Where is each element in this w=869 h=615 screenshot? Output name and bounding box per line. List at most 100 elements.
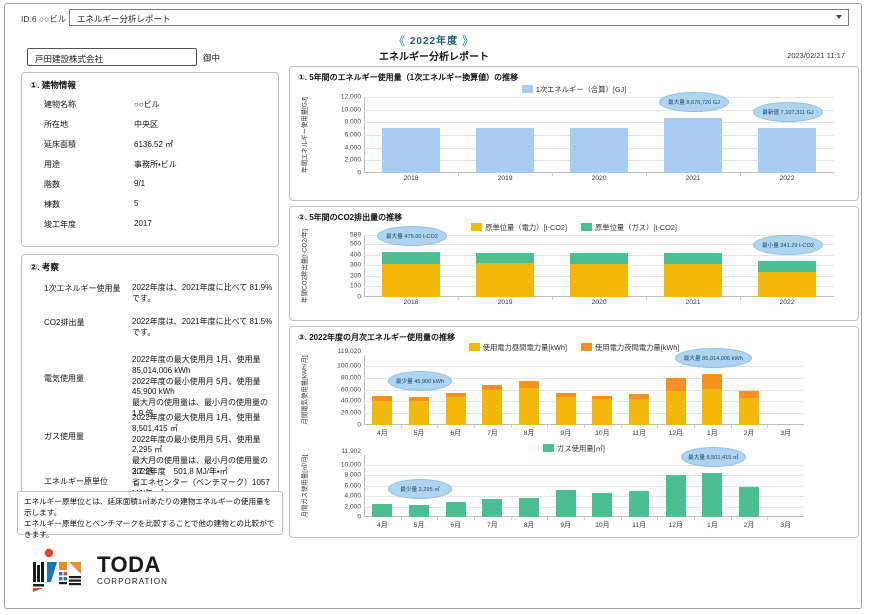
- legend-label: 使用電力昼間電力量[kWh]: [483, 343, 567, 352]
- report-type-select[interactable]: エネルギー分析レポート: [69, 9, 849, 26]
- legend-label: 原単位量（電力）[t-CO2]: [485, 223, 567, 232]
- x-axis-tick-label: 6月: [450, 519, 461, 529]
- building-info-label: 延床面積: [44, 139, 76, 150]
- y-axis-tick-label: 8,000: [344, 119, 361, 126]
- comment-label: 電気使用量: [44, 373, 84, 384]
- bar-segment: [482, 390, 502, 425]
- legend-label: 使用電力夜間電力量[kWh]: [595, 343, 679, 352]
- legend-swatch-icon: [581, 223, 592, 231]
- bar-segment: [409, 401, 429, 425]
- x-axis-tick-label: 2021: [685, 175, 700, 182]
- y-axis-tick-label: 4,000: [344, 493, 361, 500]
- x-axis-tick-label: 1月: [707, 427, 718, 437]
- bar-segment: [592, 396, 612, 400]
- y-axis-tick-label: 100: [350, 283, 361, 290]
- bar-segment: [666, 378, 686, 391]
- building-info-label: 棟数: [44, 199, 60, 210]
- x-axis-separator: [621, 425, 622, 428]
- x-axis-separator: [547, 425, 548, 428]
- bar-segment: [476, 253, 534, 264]
- bar-segment: [482, 385, 502, 390]
- prev-year-icon[interactable]: 《: [393, 34, 406, 48]
- y-axis-tick-label: 0: [357, 170, 361, 177]
- y-axis-tick-label: 12,000: [341, 94, 361, 101]
- y-axis-tick-label: 2,000: [344, 157, 361, 164]
- bar: [446, 502, 466, 517]
- x-axis-tick-label: 9月: [560, 519, 571, 529]
- gridline: [364, 97, 834, 98]
- report-window: ID:6 ○○ビル エネルギー分析レポート 戸田建設株式会社 御中 《 2022…: [4, 3, 862, 609]
- toda-logo-mark: [31, 548, 91, 592]
- y-axis-tick-label: 10,000: [341, 106, 361, 113]
- legend-item: 使用電力夜間電力量[kWh]: [581, 343, 679, 353]
- fiscal-year-nav: 《 2022年度 》: [5, 32, 863, 49]
- bar-segment: [592, 399, 612, 425]
- x-axis-tick-label: 2019: [497, 299, 512, 306]
- x-axis-tick-label: 3月: [780, 427, 791, 437]
- y-axis-tick-label: 300: [350, 262, 361, 269]
- x-axis-separator: [657, 517, 658, 520]
- bar: [409, 505, 429, 517]
- gridline: [364, 122, 834, 123]
- bar-segment: [664, 264, 722, 297]
- y-axis-tick-label: 8,000: [344, 472, 361, 479]
- y-axis-max-label: 119,020: [338, 348, 361, 355]
- bar-segment: [409, 397, 429, 401]
- bar: [758, 128, 816, 173]
- legend-item: 原単位量（電力）[t-CO2]: [471, 223, 567, 233]
- footnote-line-1: エネルギー原単位とは、延床面積1㎡あたりの建物エネルギーの使用量を示します。: [24, 496, 278, 518]
- building-info-panel: ①. 建物情報 建物名称○○ビル所在地中央区延床面積6136.52 ㎡用途事務所…: [21, 72, 279, 247]
- monthly-gas-legend: ガス使用量[㎥]: [290, 444, 858, 454]
- x-axis-tick-label: 8月: [524, 519, 535, 529]
- x-axis-tick-label: 1月: [707, 519, 718, 529]
- legend-swatch-icon: [471, 223, 482, 231]
- page-title: エネルギー分析レポート: [5, 48, 863, 63]
- building-info-value: ○○ビル: [134, 99, 160, 110]
- x-axis-separator: [657, 425, 658, 428]
- next-year-icon[interactable]: 》: [462, 34, 475, 48]
- x-axis-separator: [437, 517, 438, 520]
- bar-segment: [372, 401, 392, 425]
- y-axis-title: 年間CO2排出量[t-CO2/年]: [300, 229, 309, 303]
- building-info-label: 所在地: [44, 119, 68, 130]
- x-axis-separator: [584, 517, 585, 520]
- report-timestamp: 2023/02/21 11:17: [787, 51, 845, 60]
- monthly-electricity-plot: 020,00040,00060,00080,000100,000119,020月…: [364, 355, 804, 425]
- building-info-value: 6136.52 ㎡: [134, 139, 173, 150]
- legend-label: ガス使用量[㎥]: [557, 444, 605, 453]
- bar-segment: [666, 391, 686, 425]
- chevron-down-icon: [836, 15, 842, 19]
- y-axis-tick-label: 500: [350, 241, 361, 248]
- bar-segment: [556, 397, 576, 425]
- y-axis-tick-label: 0: [357, 514, 361, 521]
- y-axis-tick-label: 100,000: [337, 363, 361, 370]
- y-axis-tick-label: 20,000: [341, 410, 361, 417]
- y-axis-tick-label: 0: [357, 422, 361, 429]
- legend-item: 1次エネルギー（合算）[GJ]: [522, 85, 626, 95]
- bar: [556, 490, 576, 517]
- building-info-value: 2017: [134, 219, 152, 228]
- bar-segment: [570, 264, 628, 297]
- x-axis-separator: [458, 297, 459, 300]
- bar-segment: [629, 399, 649, 425]
- monthly-electricity-legend: 使用電力昼間電力量[kWh] 使用電力夜間電力量[kWh]: [290, 343, 858, 353]
- primary-energy-chart-title: ①. 5年間のエネルギー使用量（1次エネルギー換算値）の推移: [298, 72, 518, 83]
- y-axis-max-label: 11,902: [341, 448, 361, 455]
- co2-plot: 0100200300400500589年間CO2排出量[t-CO2/年]2018…: [364, 235, 834, 297]
- x-axis-separator: [621, 517, 622, 520]
- logo-name: TODA: [97, 554, 168, 576]
- legend-swatch-icon: [469, 343, 480, 351]
- bar-segment: [556, 393, 576, 397]
- bar: [739, 487, 759, 517]
- comment-value: 2022年度は、2021年度に比べて 81.9% です。: [132, 283, 277, 305]
- bar-segment: [382, 252, 440, 263]
- gridline: [364, 465, 804, 466]
- building-info-value: 5: [134, 199, 138, 208]
- building-info-title: ①. 建物情報: [30, 79, 76, 91]
- x-axis-tick-label: 2020: [591, 175, 606, 182]
- footnote-text: エネルギー原単位とは、延床面積1㎡あたりの建物エネルギーの使用量を示します。 エ…: [24, 496, 278, 540]
- building-info-value: 事務所・ビル: [134, 159, 177, 170]
- x-axis-separator: [767, 425, 768, 428]
- y-axis-tick-label: 6,000: [344, 482, 361, 489]
- logo-wordmark: TODA CORPORATION: [97, 554, 168, 586]
